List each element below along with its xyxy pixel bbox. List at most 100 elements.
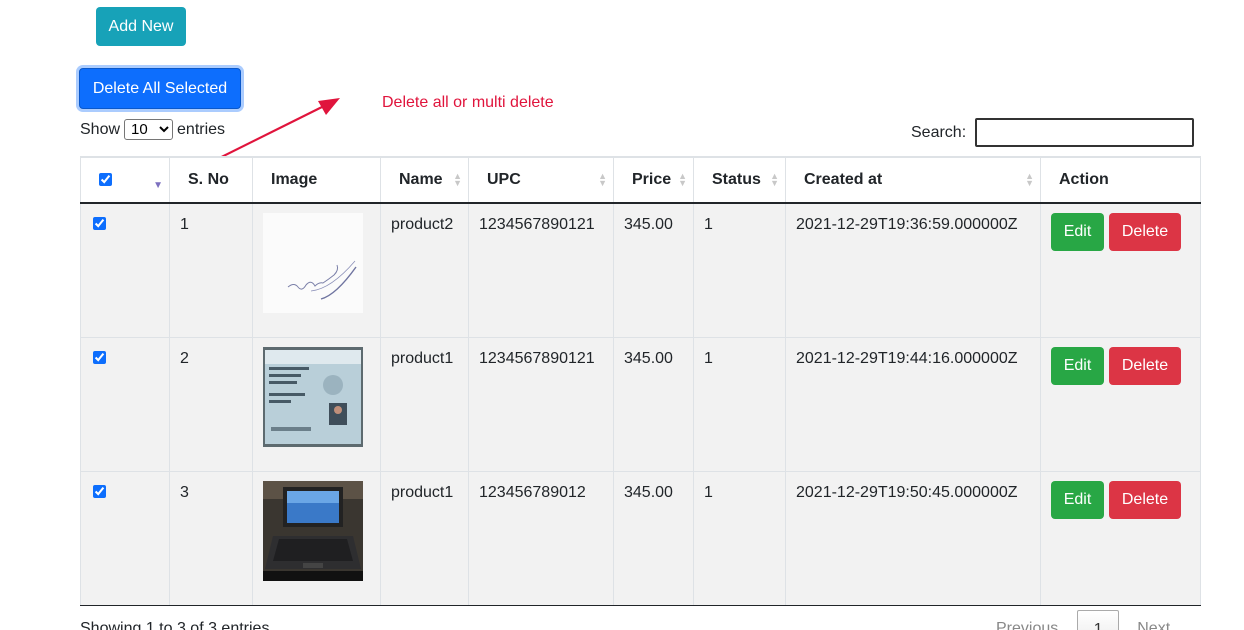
search-label: Search:: [911, 123, 967, 141]
column-sno-label: S. No: [188, 171, 229, 188]
column-created-at[interactable]: Created at ▲ ▼: [785, 156, 1041, 204]
column-action-label: Action: [1059, 171, 1109, 188]
length-suffix: entries: [177, 120, 226, 138]
upc-cell: 1234567890121: [468, 336, 614, 472]
sno-cell: 1: [169, 202, 253, 338]
name-value: product1: [391, 483, 454, 501]
price-value: 345.00: [624, 483, 673, 501]
annotation-arrow-head: [318, 98, 340, 115]
upc-value: 123456789012: [479, 483, 586, 501]
table-header-row: ▼ S. No Image Name ▲ ▼ UPC ▲ ▼ Price ▲ ▼ St…: [80, 156, 1201, 204]
created-at-cell: 2021-12-29T19:44:16.000000Z: [785, 336, 1041, 472]
entries-select[interactable]: 10: [124, 119, 174, 140]
products-table: ▼ S. No Image Name ▲ ▼ UPC ▲ ▼ Price ▲ ▼ St…: [80, 156, 1201, 606]
sort-icon: ▲ ▼: [678, 171, 687, 188]
name-value: product1: [391, 349, 454, 367]
length-prefix: Show: [80, 120, 121, 138]
column-action: Action: [1040, 156, 1201, 204]
image-cell: [252, 202, 381, 338]
created-at-cell: 2021-12-29T19:36:59.000000Z: [785, 202, 1041, 338]
delete-button[interactable]: Delete: [1109, 480, 1181, 519]
image-cell: [252, 336, 381, 472]
column-image-label: Image: [271, 171, 318, 188]
upc-cell: 123456789012: [468, 470, 614, 606]
delete-button[interactable]: Delete: [1109, 346, 1181, 385]
upc-value: 1234567890121: [479, 216, 595, 233]
edit-button[interactable]: Edit: [1051, 480, 1104, 519]
price-value: 345.00: [624, 349, 673, 367]
row-checkbox[interactable]: [93, 484, 106, 498]
sort-desc-icon: ▼: [153, 180, 163, 191]
column-image[interactable]: Image: [252, 156, 381, 204]
next-page-button[interactable]: Next: [1137, 620, 1170, 630]
name-cell: product2: [380, 202, 469, 338]
status-value: 1: [704, 216, 713, 233]
length-control: Show 10 entries: [80, 119, 225, 140]
sort-icon: ▲ ▼: [453, 171, 462, 188]
upc-cell: 1234567890121: [468, 202, 614, 338]
column-status[interactable]: Status ▲ ▼: [693, 156, 786, 204]
annotation-text: Delete all or multi delete: [382, 94, 554, 111]
search-input[interactable]: [975, 118, 1195, 147]
column-select-all[interactable]: ▼: [80, 156, 170, 204]
table-row: 2 product1 1234567890121 345.00 1 2021-1…: [80, 336, 1201, 472]
signature-image: [263, 213, 363, 313]
row-select-cell: [80, 336, 170, 472]
page: Add New Delete All Selected Delete all o…: [0, 0, 1244, 630]
column-upc-label: UPC: [487, 171, 521, 188]
table-row: 1 product2 1234567890121 345.00 1 2021-1…: [80, 202, 1201, 338]
price-cell: 345.00: [613, 202, 694, 338]
action-cell: Edit Delete: [1040, 336, 1201, 472]
status-value: 1: [704, 483, 713, 501]
action-cell: Edit Delete: [1040, 202, 1201, 338]
sort-icon: ▲ ▼: [1025, 171, 1034, 188]
previous-page-button[interactable]: Previous: [996, 620, 1058, 630]
laptop-image-svg: [263, 480, 363, 581]
sno-value: 1: [180, 216, 189, 233]
price-value: 345.00: [624, 216, 673, 233]
created-at-value: 2021-12-29T19:44:16.000000Z: [796, 349, 1018, 367]
row-checkbox[interactable]: [93, 217, 106, 230]
created-at-value: 2021-12-29T19:36:59.000000Z: [796, 216, 1018, 233]
table-row: 3 product1 123456789012 345.00 1 2021-12…: [80, 470, 1201, 606]
created-at-cell: 2021-12-29T19:50:45.000000Z: [785, 470, 1041, 606]
column-upc[interactable]: UPC ▲ ▼: [468, 156, 614, 204]
delete-all-selected-button[interactable]: Delete All Selected: [79, 68, 241, 109]
status-cell: 1: [693, 470, 786, 606]
id-card-image-svg: [263, 346, 363, 447]
column-price[interactable]: Price ▲ ▼: [613, 156, 694, 204]
name-cell: product1: [380, 336, 469, 472]
column-sno[interactable]: S. No: [169, 156, 253, 204]
id-card-image: [263, 346, 363, 447]
add-new-button[interactable]: Add New: [96, 7, 186, 46]
select-all-checkbox[interactable]: [99, 173, 112, 186]
pagination: Previous 1 Next: [996, 610, 1170, 630]
upc-value: 1234567890121: [479, 349, 595, 367]
price-cell: 345.00: [613, 470, 694, 606]
column-created-at-label: Created at: [804, 171, 883, 188]
page-1-button[interactable]: 1: [1077, 610, 1120, 630]
price-cell: 345.00: [613, 336, 694, 472]
status-cell: 1: [693, 336, 786, 472]
created-at-value: 2021-12-29T19:50:45.000000Z: [796, 483, 1018, 501]
edit-button[interactable]: Edit: [1051, 346, 1104, 385]
sort-icon: ▲ ▼: [598, 171, 607, 188]
row-select-cell: [80, 470, 170, 606]
name-value: product2: [391, 216, 454, 233]
sno-value: 3: [180, 483, 189, 501]
status-cell: 1: [693, 202, 786, 338]
sort-icon: ▲ ▼: [770, 171, 779, 188]
laptop-image: [263, 480, 363, 581]
search-control: Search:: [911, 118, 1195, 147]
row-checkbox[interactable]: [93, 350, 106, 364]
table-info: Showing 1 to 3 of 3 entries: [80, 620, 270, 630]
signature-image-svg: [263, 213, 363, 313]
image-cell: [252, 470, 381, 606]
name-cell: product1: [380, 470, 469, 606]
edit-button[interactable]: Edit: [1051, 213, 1104, 251]
delete-button[interactable]: Delete: [1109, 213, 1181, 251]
status-value: 1: [704, 349, 713, 367]
column-name[interactable]: Name ▲ ▼: [380, 156, 469, 204]
action-cell: Edit Delete: [1040, 470, 1201, 606]
sno-cell: 3: [169, 470, 253, 606]
